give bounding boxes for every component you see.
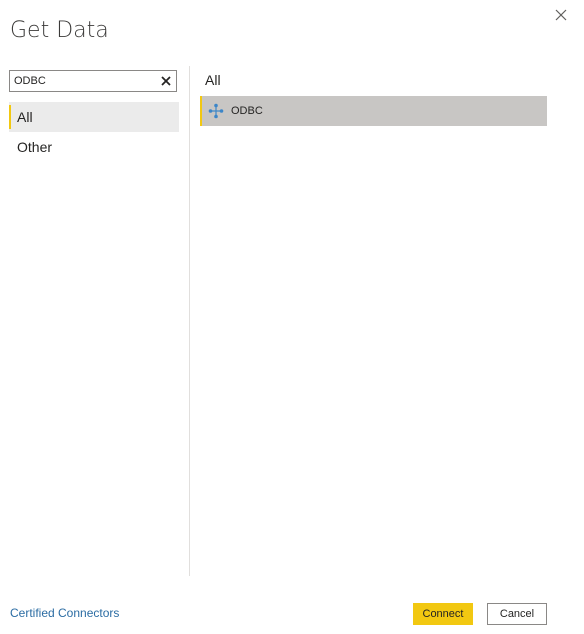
dialog-title: Get Data — [10, 18, 109, 43]
get-data-dialog: Get Data All Other All ODBC — [0, 0, 584, 634]
results-header: All — [205, 72, 221, 88]
category-label: All — [17, 109, 33, 125]
category-item-other[interactable]: Other — [9, 132, 179, 162]
results-list: ODBC — [200, 96, 547, 126]
odbc-connector-icon — [208, 103, 224, 119]
connect-button[interactable]: Connect — [413, 603, 473, 625]
certified-connectors-link[interactable]: Certified Connectors — [10, 606, 119, 620]
close-icon[interactable] — [552, 6, 570, 24]
result-item-odbc[interactable]: ODBC — [200, 96, 547, 126]
category-label: Other — [17, 139, 53, 155]
cancel-button[interactable]: Cancel — [487, 603, 547, 625]
category-item-all[interactable]: All — [9, 102, 179, 132]
search-input[interactable] — [14, 71, 154, 91]
category-list: All Other — [9, 102, 179, 162]
result-label: ODBC — [231, 105, 263, 117]
clear-icon[interactable] — [160, 75, 172, 87]
panel-divider — [189, 66, 190, 576]
search-box — [9, 70, 177, 92]
